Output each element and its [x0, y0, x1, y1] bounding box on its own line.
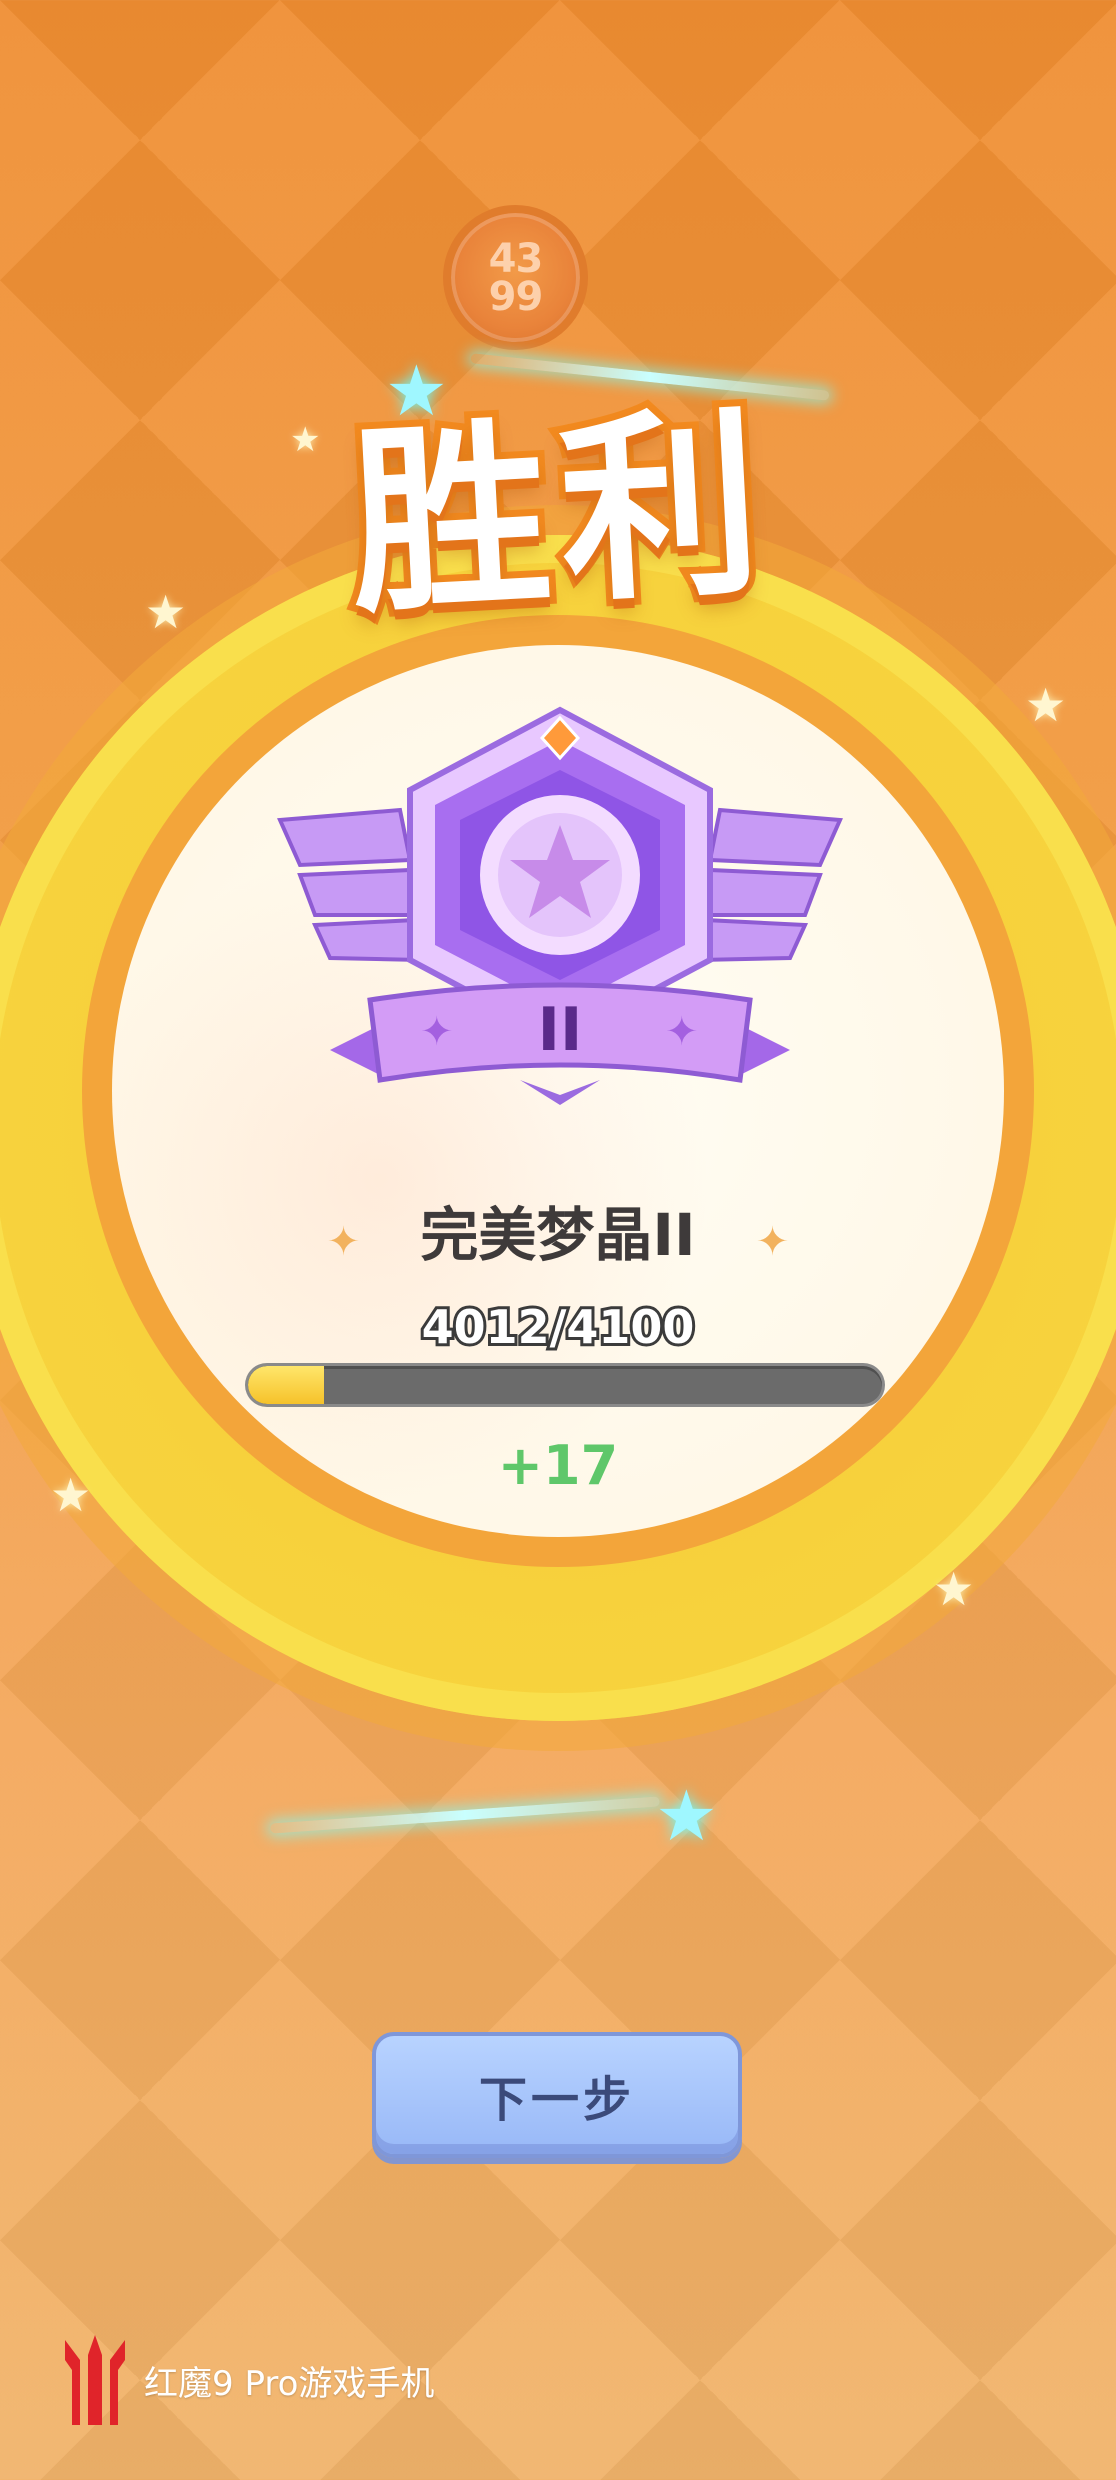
star-icon: ★: [1025, 678, 1067, 732]
game-logo-text: 43 99: [488, 235, 544, 320]
rank-progress-fill: [248, 1366, 325, 1404]
victory-title: 胜利: [337, 380, 783, 649]
redmagic-logo-icon: [65, 2335, 125, 2425]
sparkle-icon: ✦: [326, 1219, 361, 1265]
next-step-button[interactable]: 下一步: [372, 2032, 742, 2158]
points-gained: +17: [497, 1434, 619, 1497]
next-step-label: 下一步: [478, 2072, 635, 2128]
star-icon: ★: [145, 585, 187, 639]
star-icon: ★: [933, 1562, 975, 1616]
rank-name-row: ✦ 完美梦晶II ✦: [0, 1188, 1116, 1272]
game-logo-medallion: 43 99: [443, 205, 588, 350]
badge-tier-label: II: [538, 995, 583, 1065]
svg-text:✦: ✦: [420, 1009, 454, 1055]
rank-progress-text: 4012/4100: [419, 1297, 698, 1357]
rank-badge-icon: ✦ ✦ II: [277, 706, 843, 1105]
watermark-text: 红魔9 Pro游戏手机: [144, 2363, 435, 2404]
rank-name: 完美梦晶II: [420, 1201, 696, 1269]
victory-title-container: 胜利: [300, 380, 820, 649]
cyan-star-icon: ★: [655, 1775, 718, 1857]
glow-arc-bottom: [270, 1796, 660, 1834]
svg-text:✦: ✦: [665, 1009, 699, 1055]
device-watermark: 红魔9 Pro游戏手机: [60, 2330, 434, 2430]
rank-progress-bar: [248, 1366, 882, 1404]
sparkle-icon: ✦: [755, 1219, 790, 1265]
